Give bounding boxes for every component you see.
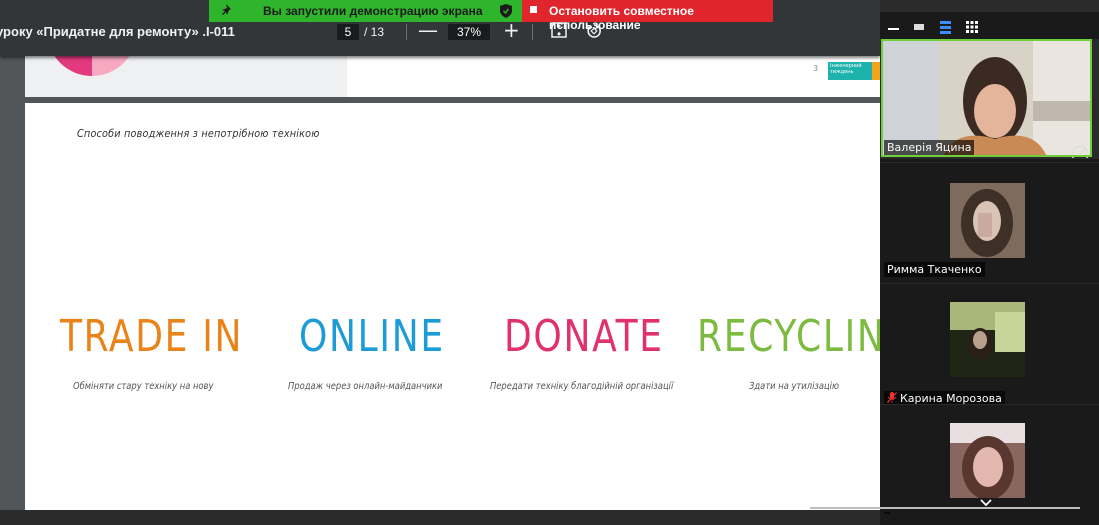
minimize-icon[interactable]	[888, 28, 899, 30]
screen-share-status-bar: Вы запустили демонстрацию экрана	[209, 0, 522, 22]
shield-icon	[500, 4, 512, 18]
panel-scroll-indicator	[810, 507, 1080, 509]
option-online-desc: Продаж через онлайн-майданчики	[288, 381, 443, 392]
stop-icon	[530, 6, 537, 13]
event-badge: Інженерний тиждень	[828, 62, 872, 80]
stop-sharing-label: Остановить совместное использование	[549, 4, 694, 32]
option-recycling-desc: Здати на утилізацію	[749, 381, 840, 392]
pin-icon[interactable]	[221, 3, 235, 17]
stop-sharing-button[interactable]: Остановить совместное использование	[522, 0, 773, 32]
page-number-input[interactable]: 5	[337, 24, 359, 40]
previous-page: 3 Інженерний тиждень	[25, 56, 880, 97]
page-total: / 13	[364, 25, 385, 39]
participant-video	[950, 302, 1025, 377]
hide-video-icon[interactable]	[914, 24, 924, 30]
speaker-view-icon[interactable]	[940, 21, 951, 34]
slide-subtitle: Способи поводження з непотрібною техніко…	[77, 127, 320, 140]
participant-name: Римма Ткаченко	[884, 262, 985, 277]
option-online-title: ONLINE	[299, 311, 445, 362]
option-donate-desc: Передати техніку благодійній організації	[490, 381, 674, 392]
participant-tile[interactable]: Римма Ткаченко	[880, 162, 1099, 283]
document-title: уроку «Придатне для ремонту» .I-011	[0, 24, 235, 39]
participant-video	[950, 183, 1025, 258]
participant-video	[950, 423, 1025, 498]
prev-page-number: 3	[813, 64, 819, 73]
zoom-input[interactable]: 37%	[448, 24, 490, 40]
option-trade-in-title: TRADE IN	[60, 311, 244, 362]
participants-panel: Валерія Яцина Римма Ткаченко Карина Моро…	[880, 12, 1099, 525]
pdf-viewer: 3 Інженерний тиждень Способи поводження …	[0, 0, 880, 510]
gallery-view-icon[interactable]	[966, 21, 978, 33]
option-trade-in-desc: Обміняти стару техніку на нову	[73, 381, 214, 392]
option-donate-title: DONATE	[504, 311, 664, 362]
pdf-page: Способи поводження з непотрібною техніко…	[25, 103, 880, 510]
participant-name	[884, 512, 890, 514]
panel-header	[880, 12, 1099, 38]
participant-tile[interactable]: Карина Морозова	[880, 283, 1099, 406]
option-recycling-title: RECYCLING	[697, 311, 880, 362]
mic-off-icon	[887, 392, 897, 403]
screen-share-status-text: Вы запустили демонстрацию экрана	[263, 4, 483, 18]
